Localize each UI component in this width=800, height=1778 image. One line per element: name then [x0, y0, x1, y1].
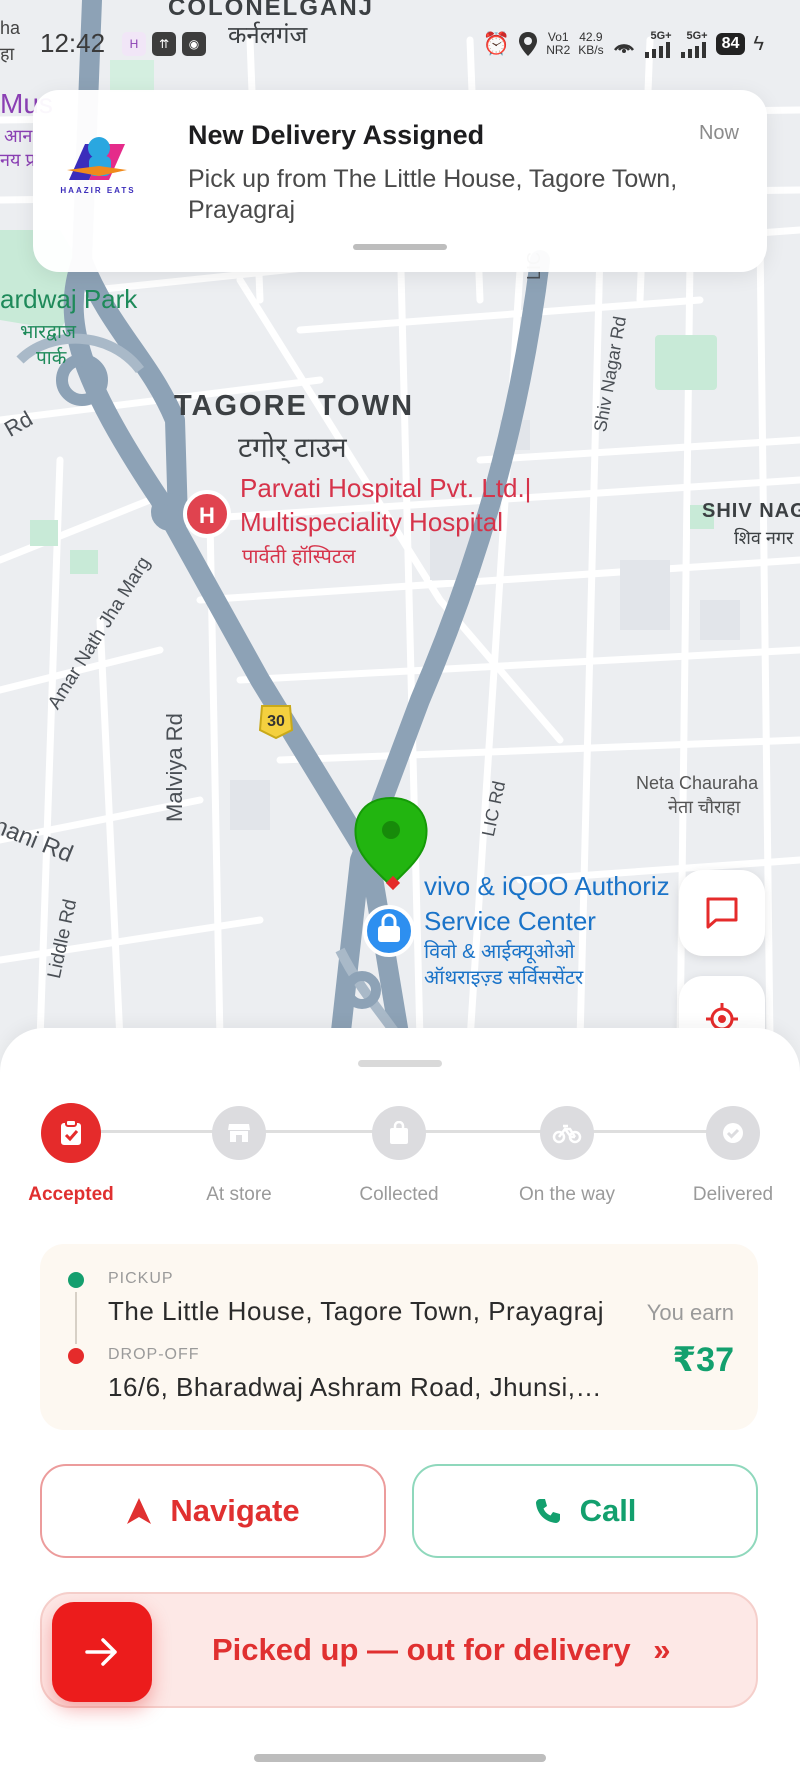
status-right: ⏰ Vo1 NR2 42.9 KB/s 5G+ 5G+ 84 ϟ [483, 30, 764, 58]
check-circle-icon [706, 1106, 760, 1160]
earn-amount: ₹37 [672, 1341, 734, 1379]
navigate-label: Navigate [170, 1493, 300, 1528]
step-label: On the way [518, 1184, 616, 1205]
dropoff-address: 16/6, Bharadwaj Ashram Road, Jhunsi, Pra… [108, 1372, 608, 1402]
map-label-tagore-town: TAGORE TOWN [174, 390, 415, 422]
navigate-button[interactable]: Navigate [40, 1464, 386, 1558]
network-speed: 42.9 KB/s [578, 30, 604, 57]
delivery-notification[interactable]: HAAZIR EATS New Delivery Assigned Now Pi… [33, 90, 767, 272]
step-label: Collected [359, 1184, 439, 1205]
message-button[interactable] [679, 870, 765, 956]
step-at-store: At store [164, 1100, 314, 1206]
map-label-park-hi-1: भारद्वाज [20, 322, 76, 343]
map-label-malviya-rd: Malviya Rd [162, 713, 187, 822]
map-label-mus-hi-1: आन [4, 126, 33, 146]
map-label-shiv-nagar-hi: शिव नगर [734, 528, 794, 548]
hospital-marker[interactable]: H [183, 490, 231, 538]
highway-shield-label: 30 [267, 713, 285, 730]
bike-icon [540, 1106, 594, 1160]
slide-label: Picked up — out for delivery » [212, 1632, 671, 1667]
step-collected: Collected [324, 1100, 474, 1206]
svg-text:H: H [199, 503, 215, 528]
slide-handle[interactable] [52, 1602, 152, 1702]
map-label-tagore-town-hi: टगोर् टाउन [238, 432, 347, 463]
step-delivered: Delivered [658, 1100, 800, 1206]
map-label-park-hi-2: पार्क [36, 348, 67, 369]
map-label-hospital-hi: पार्वती हॉस्पिटल [242, 546, 356, 568]
navigation-arrow-icon [127, 1498, 152, 1524]
alarm-icon: ⏰ [482, 31, 511, 56]
sim1-signal: 5G+ [644, 30, 672, 58]
step-on-the-way: On the way [492, 1100, 642, 1206]
status-bar: 12:42 H ⇈ ◉ ⏰ Vo1 NR2 42.9 KB/s 5G+ 5G+ [0, 22, 800, 66]
pickup-label: PICKUP [108, 1270, 174, 1287]
haazir-eats-logo: HAAZIR EATS [59, 130, 137, 204]
earn-label: You earn [646, 1300, 734, 1325]
arrow-right-icon [85, 1638, 117, 1666]
sheet-drag-handle[interactable] [358, 1060, 442, 1067]
map-label-service-center-hi-2: ऑथराइज़्ड सर्विससेंटर [424, 967, 584, 989]
store-icon [212, 1106, 266, 1160]
notification-body: Pick up from The Little House, Tagore To… [188, 165, 678, 224]
status-app-icons: H ⇈ ◉ [122, 32, 206, 56]
location-icon [519, 32, 538, 56]
delivery-sheet: Accepted At store Collected On the way D… [0, 1028, 800, 1778]
status-time: 12:42 [40, 28, 106, 58]
hotspot-signal-icon [613, 44, 634, 53]
dropoff-label: DROP-OFF [108, 1346, 200, 1363]
clipboard-check-icon [41, 1103, 101, 1163]
service-center-marker[interactable] [363, 905, 415, 957]
step-accepted: Accepted [0, 1100, 146, 1206]
notification-time: Now [698, 122, 739, 144]
double-chevron-icon: » [653, 1632, 671, 1667]
volte-indicator: Vo1 NR2 [546, 30, 571, 57]
home-indicator[interactable] [254, 1754, 546, 1762]
dropoff-dot-icon [68, 1348, 84, 1364]
notification-title: New Delivery Assigned [188, 120, 485, 150]
sim2-signal: 5G+ [680, 30, 708, 58]
pickup-dot-icon [68, 1272, 84, 1288]
map-label-service-center-hi-1: विवो & आईक्यूओओ [424, 941, 575, 963]
map-label-neta-chauraha-hi: नेता चौराहा [668, 797, 741, 817]
chat-icon [706, 897, 738, 929]
map-label-hospital-2: Multispeciality Hospital [240, 507, 503, 537]
notification-handle[interactable] [353, 244, 447, 250]
charging-icon: ϟ [753, 32, 764, 55]
map-label-service-center-1: vivo & iQOO Authoriz [424, 871, 670, 901]
map-label-park: ardwaj Park [0, 284, 138, 314]
haazir-app-status-icon: H [122, 32, 146, 56]
map-label-hospital-1: Parvati Hospital Pvt. Ltd.| [240, 473, 532, 503]
map-label-shiv-nagar: SHIV NAG [702, 500, 800, 522]
route-card: PICKUP The Little House, Tagore Town, Pr… [40, 1244, 758, 1430]
signal-bars-icon [680, 42, 706, 58]
route-connector [75, 1292, 77, 1344]
map-label-neta-chauraha: Neta Chauraha [636, 773, 759, 793]
call-button[interactable]: Call [412, 1464, 758, 1558]
map-label-mus-hi-2: नय प्र [0, 150, 36, 170]
call-label: Call [579, 1493, 637, 1528]
step-label: Delivered [692, 1184, 774, 1205]
phone-icon [535, 1499, 560, 1523]
usb-icon: ⇈ [152, 32, 176, 56]
hotspot-icon: ◉ [182, 32, 206, 56]
signal-bars-icon [644, 42, 670, 58]
bag-icon [372, 1106, 426, 1160]
slide-to-confirm[interactable]: Picked up — out for delivery » [40, 1592, 758, 1708]
map-label-service-center-2: Service Center [424, 906, 596, 936]
step-label: Accepted [28, 1184, 114, 1205]
step-label: At store [206, 1184, 272, 1205]
map-view[interactable]: 30 H COLONELGANJ कर्नलगंज ha हा Mus आन न… [0, 0, 800, 1040]
battery-level: 84 [715, 33, 746, 55]
pickup-address: The Little House, Tagore Town, Prayagraj [108, 1296, 604, 1326]
